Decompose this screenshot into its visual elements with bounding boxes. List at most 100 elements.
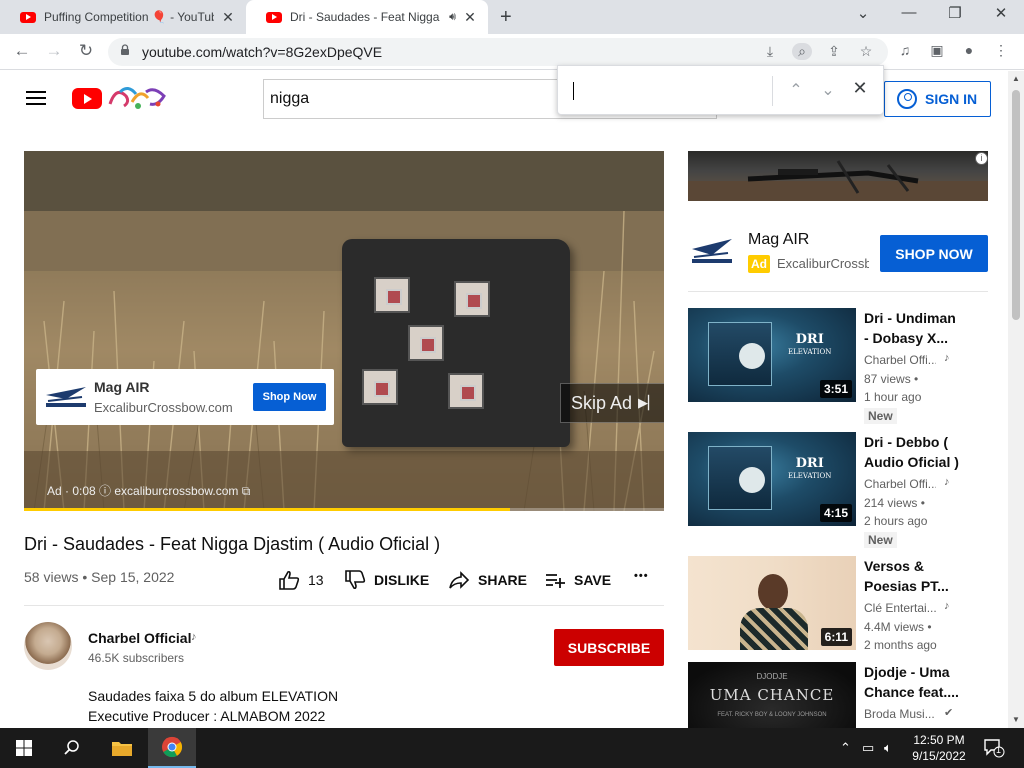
file-explorer-button[interactable] — [98, 728, 146, 768]
show-hidden-icons-chevron-icon[interactable]: ⌃ — [840, 740, 851, 756]
like-button[interactable]: 13 — [278, 570, 324, 590]
view-count: 4.4M views • — [864, 620, 932, 634]
sidebar-ad-name[interactable]: Mag AIR — [748, 231, 809, 249]
sidebar-ad-banner[interactable] — [688, 151, 988, 201]
channel-name[interactable]: Broda Musi... — [864, 707, 936, 721]
video-thumbnail[interactable]: DRI ELEVATION 4:15 — [688, 432, 856, 526]
view-count: 214 views • — [864, 496, 925, 510]
browser-menu-icon[interactable]: ⋮ — [990, 42, 1012, 59]
search-icon — [64, 740, 79, 755]
youtube-doodle-logo[interactable] — [106, 84, 168, 112]
restore-window-button[interactable]: ❐ — [940, 4, 970, 22]
tab-dri-saudades[interactable]: Dri - Saudades - Feat Nigga Djastim 🔊︎ ✕ — [246, 0, 488, 34]
dislike-button[interactable]: DISLIKE — [344, 570, 429, 590]
save-button[interactable]: SAVE — [544, 570, 611, 590]
video-player[interactable]: Mag AIR ExcaliburCrossbow.com Shop Now S… — [24, 151, 664, 511]
windows-logo-icon — [16, 740, 32, 756]
subscribe-button[interactable]: SUBSCRIBE — [554, 629, 664, 666]
artist-shirt — [740, 608, 808, 650]
recommended-video[interactable]: 6:11 Versos & Poesias PT... Clé Entertai… — [688, 556, 988, 656]
find-close-icon[interactable]: ✕ — [850, 78, 870, 99]
new-badge: New — [864, 532, 897, 548]
ad-advertiser-name: Mag AIR — [94, 379, 150, 395]
target-square — [362, 369, 398, 405]
sign-in-button[interactable]: SIGN IN — [884, 81, 991, 117]
album-label: DRI ELEVATION — [788, 457, 832, 482]
media-control-icon[interactable]: ♫ — [894, 42, 916, 58]
scrollbar-thumb[interactable] — [1012, 90, 1020, 320]
skip-next-icon: ▶▏ — [638, 395, 659, 410]
ad-info-icon[interactable]: i — [975, 152, 988, 165]
ad-info-text[interactable]: Ad · 0:08 ⓘ excaliburcrossbow.com ⧉ — [47, 482, 250, 499]
sidebar-shop-now-button[interactable]: SHOP NOW — [880, 235, 988, 272]
ad-badge: Ad — [748, 255, 770, 273]
channel-name[interactable]: Clé Entertai... — [864, 601, 936, 615]
ad-domain[interactable]: ExcaliburCrossbow.com — [94, 400, 233, 415]
tab-search-dropdown-icon[interactable]: ⌄ — [848, 4, 878, 22]
recommended-video[interactable]: DJODJE UMA CHANCE FEAT. RICKY BOY & LOON… — [688, 662, 988, 728]
description-line: Saudades faixa 5 do album ELEVATION — [88, 688, 339, 704]
scroll-down-icon[interactable]: ▼ — [1008, 712, 1024, 728]
page-scrollbar[interactable]: ▲ ▼ — [1008, 71, 1024, 728]
video-title[interactable]: Dri - Debbo ( Audio Oficial ) — [864, 432, 964, 472]
channel-name[interactable]: Charbel Offi... — [864, 353, 936, 367]
channel-name[interactable]: Charbel Offi... — [864, 477, 936, 491]
artist-face — [758, 574, 788, 610]
find-input-caret[interactable] — [573, 82, 574, 100]
side-panel-icon[interactable]: ▣ — [926, 42, 948, 59]
share-button[interactable]: SHARE — [448, 570, 527, 590]
find-in-page-icon[interactable]: ⌕ — [792, 43, 812, 60]
ad-progress-bar[interactable] — [24, 508, 664, 511]
ad-overlay-card[interactable]: Mag AIR ExcaliburCrossbow.com Shop Now — [36, 369, 334, 425]
back-arrow-icon[interactable]: ← — [10, 41, 34, 61]
video-title[interactable]: Djodje - Uma Chance feat.... — [864, 662, 964, 702]
close-window-button[interactable]: ✕ — [986, 4, 1016, 22]
bookmark-star-icon[interactable]: ☆ — [856, 43, 876, 60]
taskbar-search-button[interactable] — [48, 728, 96, 768]
thumbnail-title: UMA CHANCE — [709, 686, 835, 704]
album-subtitle: ELEVATION — [788, 472, 832, 480]
tab-close-icon[interactable]: ✕ — [220, 9, 236, 26]
video-title[interactable]: Dri - Undiman - Dobasy X... — [864, 308, 964, 348]
tab-puffing-competition[interactable]: Puffing Competition 🎈 - YouTube ✕ — [0, 0, 246, 34]
video-thumbnail[interactable]: DRI ELEVATION 3:51 — [688, 308, 856, 402]
install-app-icon[interactable]: ⤓ — [760, 43, 780, 60]
minimize-window-button[interactable]: — — [894, 4, 924, 21]
browser-tabstrip: Puffing Competition 🎈 - YouTube ✕ Dri - … — [0, 0, 1024, 34]
hamburger-menu-icon[interactable] — [26, 91, 46, 105]
shop-now-button[interactable]: Shop Now — [253, 383, 326, 411]
more-actions-button[interactable]: ••• — [634, 570, 649, 582]
share-icon[interactable]: ⇪ — [824, 43, 844, 60]
sidebar-ad-domain[interactable]: ExcaliburCrossbow.com — [777, 256, 869, 271]
video-thumbnail[interactable]: DJODJE UMA CHANCE FEAT. RICKY BOY & LOON… — [688, 662, 856, 728]
tab-title: Dri - Saudades - Feat Nigga Djastim — [290, 10, 443, 24]
upload-age: 2 months ago — [864, 638, 937, 652]
video-thumbnail[interactable]: 6:11 — [688, 556, 856, 650]
video-title[interactable]: Versos & Poesias PT... — [864, 556, 964, 596]
forward-arrow-icon[interactable]: → — [42, 41, 66, 61]
action-center-button[interactable]: 1 — [983, 738, 1005, 758]
youtube-logo[interactable] — [72, 88, 102, 109]
album-cover — [708, 446, 772, 510]
channel-name[interactable]: Charbel Official — [88, 630, 191, 646]
new-tab-button[interactable]: + — [500, 6, 512, 29]
channel-avatar[interactable] — [24, 622, 72, 670]
find-previous-icon[interactable]: ⌃ — [786, 80, 806, 100]
album-subtitle: ELEVATION — [788, 348, 832, 356]
skip-ad-button[interactable]: Skip Ad ▶▏ — [560, 383, 664, 423]
chrome-taskbar-button[interactable] — [148, 728, 196, 768]
recommended-video[interactable]: DRI ELEVATION 4:15 Dri - Debbo ( Audio Of… — [688, 432, 988, 548]
system-clock[interactable]: 12:50 PM 9/15/2022 — [903, 732, 975, 764]
tab-close-icon[interactable]: ✕ — [462, 9, 478, 26]
address-bar[interactable]: youtube.com/watch?v=8G2exDpeQVE ⤓ ⌕ ⇪ ☆ — [108, 38, 888, 66]
network-icon[interactable]: ▭ — [862, 740, 874, 756]
profile-icon[interactable]: ● — [958, 42, 980, 58]
start-button[interactable] — [0, 728, 48, 768]
excalibur-logo[interactable] — [688, 227, 736, 275]
volume-icon[interactable]: 🔈︎ — [884, 740, 892, 756]
recommended-video[interactable]: DRI ELEVATION 3:51 Dri - Undiman - Dobasy… — [688, 308, 988, 424]
audio-playing-icon[interactable]: 🔊︎ — [449, 11, 456, 24]
scroll-up-icon[interactable]: ▲ — [1008, 71, 1024, 87]
reload-icon[interactable]: ↻ — [74, 41, 98, 61]
find-next-icon[interactable]: ⌄ — [818, 80, 838, 100]
